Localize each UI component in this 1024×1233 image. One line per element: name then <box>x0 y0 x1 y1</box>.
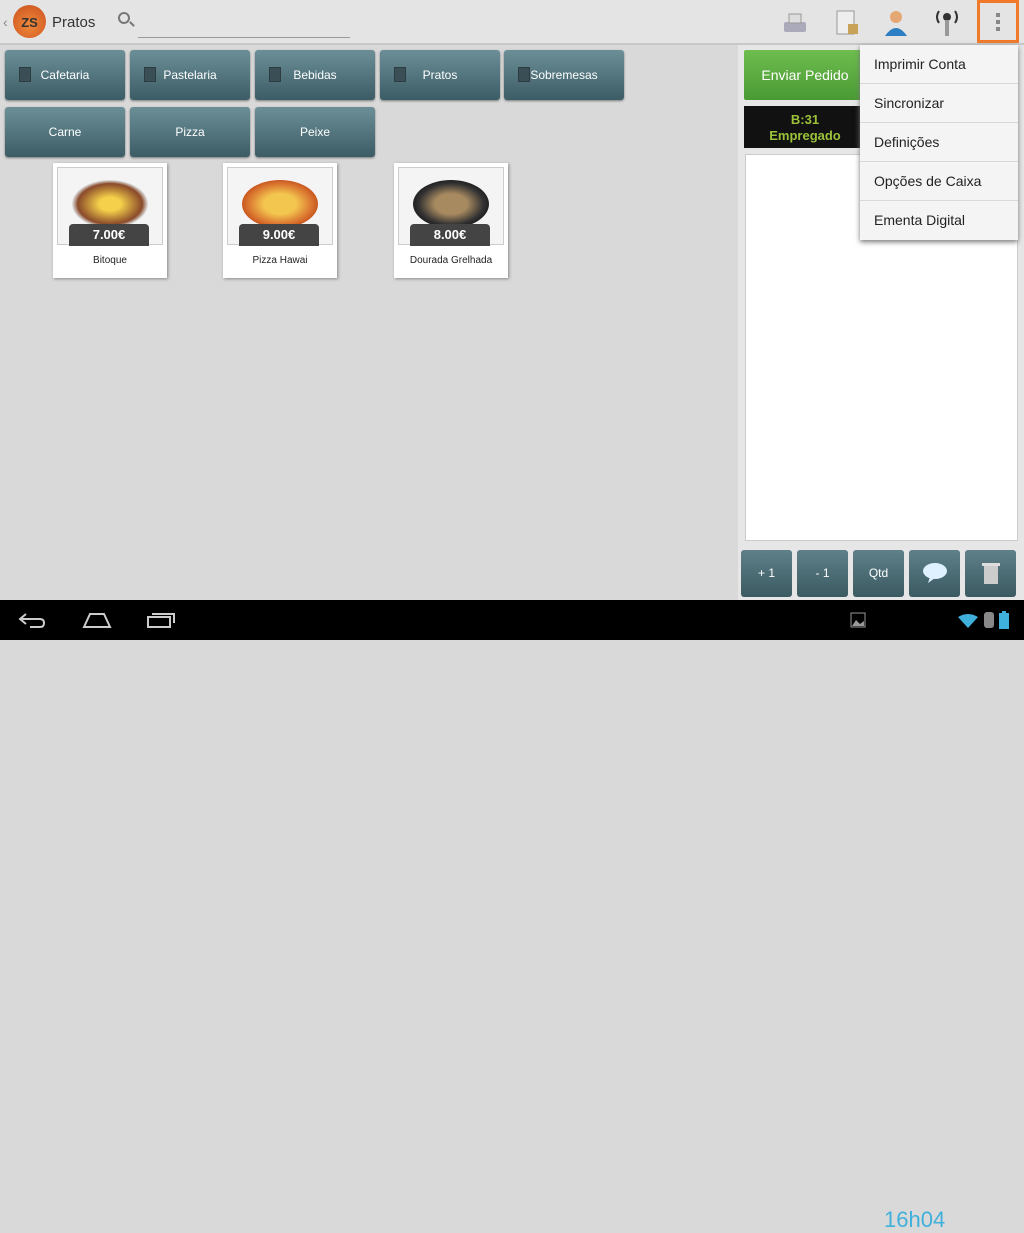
product-price: 7.00€ <box>69 224 149 246</box>
overflow-menu-icon <box>996 13 1000 31</box>
page-title: Pratos <box>52 14 96 31</box>
menu-item-imprimir-conta[interactable]: Imprimir Conta <box>860 45 1018 84</box>
category-pastelaria[interactable]: Pastelaria <box>130 50 250 100</box>
category-label: Peixe <box>299 125 331 139</box>
quantity-button[interactable]: Qtd <box>853 550 904 597</box>
category-label: Pastelaria <box>163 68 217 82</box>
category-label: Pizza <box>175 125 205 139</box>
speech-bubble-icon <box>922 563 947 583</box>
trash-icon <box>981 563 1000 584</box>
wifi-icon <box>958 614 978 628</box>
product-name: Bitoque <box>93 255 127 266</box>
user-icon[interactable] <box>882 8 912 38</box>
product-card[interactable]: 8.00€ Dourada Grelhada <box>394 163 508 278</box>
overflow-menu: Imprimir Conta Sincronizar Definições Op… <box>860 45 1018 240</box>
list-icon <box>19 67 31 82</box>
comment-button[interactable] <box>909 550 960 597</box>
plus-one-button[interactable]: + 1 <box>741 550 792 597</box>
category-sobremesas[interactable]: Sobremesas <box>504 50 624 100</box>
category-label: Pratos <box>422 68 458 82</box>
menu-item-opcoes-caixa[interactable]: Opções de Caixa <box>860 162 1018 201</box>
report-icon[interactable] <box>832 8 862 38</box>
search-icon <box>118 12 130 24</box>
category-carne[interactable]: Carne <box>5 107 125 157</box>
action-bar: ‹ ZS Pratos <box>0 0 1024 45</box>
category-bebidas[interactable]: Bebidas <box>255 50 375 100</box>
category-label: Cafetaria <box>40 68 90 82</box>
minus-one-button[interactable]: - 1 <box>797 550 848 597</box>
copy-icon <box>394 67 406 82</box>
cash-register-icon[interactable] <box>780 8 810 38</box>
gallery-notification-icon[interactable] <box>850 612 866 628</box>
category-label: Bebidas <box>293 68 337 82</box>
category-label: Carne <box>48 125 82 139</box>
menu-item-sincronizar[interactable]: Sincronizar <box>860 84 1018 123</box>
copy-icon <box>269 67 281 82</box>
search-input[interactable] <box>138 14 350 38</box>
product-card[interactable]: 7.00€ Bitoque <box>53 163 167 278</box>
bluetooth-icon <box>984 612 994 628</box>
category-cafetaria[interactable]: Cafetaria <box>5 50 125 100</box>
product-price: 9.00€ <box>239 224 319 246</box>
product-name: Pizza Hawai <box>252 255 308 266</box>
product-name: Dourada Grelhada <box>409 255 493 266</box>
table-number: B:31 <box>790 112 820 127</box>
category-pizza[interactable]: Pizza <box>130 107 250 157</box>
product-card[interactable]: 9.00€ Pizza Hawai <box>223 163 337 278</box>
list-icon <box>144 67 156 82</box>
table-info: B:31 Empregado <box>744 106 866 148</box>
menu-item-definicoes[interactable]: Definições <box>860 123 1018 162</box>
employee-name: Empregado <box>769 128 841 143</box>
back-nav-icon[interactable] <box>18 612 46 628</box>
system-nav-bar: 16h04 <box>0 600 1024 1232</box>
battery-icon <box>999 611 1009 629</box>
menu-item-ementa-digital[interactable]: Ementa Digital <box>860 201 1018 240</box>
home-icon[interactable] <box>82 612 112 628</box>
send-order-button[interactable]: Enviar Pedido <box>744 50 866 100</box>
category-label: Sobremesas <box>530 68 598 82</box>
list-icon <box>518 67 530 82</box>
delete-button[interactable] <box>965 550 1016 597</box>
product-price: 8.00€ <box>410 224 490 246</box>
back-icon[interactable]: ‹ <box>3 14 8 30</box>
category-peixe[interactable]: Peixe <box>255 107 375 157</box>
app-logo[interactable]: ZS <box>13 5 46 38</box>
category-pratos[interactable]: Pratos <box>380 50 500 100</box>
wireless-icon[interactable] <box>932 8 962 38</box>
clock: 16h04 <box>884 1207 946 1232</box>
recent-apps-icon[interactable] <box>146 612 176 628</box>
